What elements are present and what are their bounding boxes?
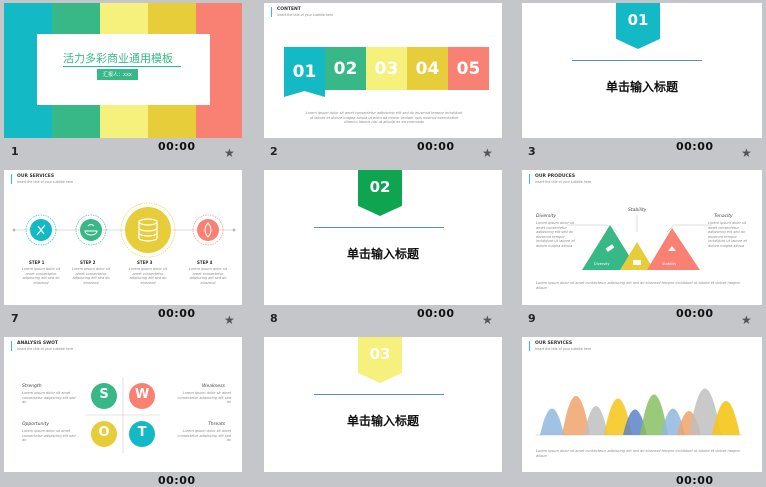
slide-thumb-7[interactable]: OUR SERVICES Insert the title of your su…	[4, 170, 242, 305]
slide-number: 1	[11, 145, 19, 158]
header-title: ANALYSIS SWOT	[17, 341, 58, 346]
header-subtitle: Insert the title of your subtitle here	[17, 347, 74, 351]
slide-timing: 00:00	[417, 307, 455, 320]
section-badge: 01	[616, 3, 660, 49]
slide-thumb-1[interactable]: 活力多彩商业通用模板 汇报人：xxx	[4, 3, 242, 138]
content-item-05: 05	[448, 47, 489, 90]
content-item-04: 04	[407, 47, 448, 90]
svg-text:Diversity: Diversity	[594, 262, 610, 266]
header-subtitle: Insert the title of your subtitle here	[17, 180, 74, 184]
content-body: Lorem ipsum dolor sit amet consectetur a…	[305, 111, 463, 124]
title-underline	[63, 66, 181, 67]
section-title: 单击输入标题	[605, 80, 678, 94]
swot-graphic	[86, 377, 160, 453]
content-item-01: 01	[284, 47, 325, 97]
header-title: CONTENT	[277, 7, 301, 12]
slide-header: CONTENT Insert the title of your subtitl…	[271, 7, 333, 17]
slide-header: OUR SERVICES Insert the title of your su…	[11, 174, 73, 184]
swot-t: T	[137, 425, 147, 440]
tenacity-text: Lorem ipsum dolor sit amet consectetur a…	[708, 221, 747, 248]
opportunity-text: Lorem ipsum dolor sit amet consectetur a…	[22, 429, 76, 442]
star-icon[interactable]: ★	[741, 313, 752, 327]
slide-timing: 00:00	[158, 307, 196, 320]
content-item-03: 03	[366, 47, 407, 90]
slide-timing: 00:00	[417, 140, 455, 153]
cover-title: 活力多彩商业通用模板	[63, 52, 173, 65]
peaks-graphic	[536, 388, 742, 436]
footer-text: Lorem ipsum dolor sit amet consectetur a…	[536, 281, 740, 290]
slide-header: OUR SERVICES Insert the title of your su…	[529, 341, 591, 351]
strength-text: Lorem ipsum dolor sit amet consectetur a…	[22, 391, 76, 404]
title-card: 活力多彩商业通用模板 汇报人：xxx	[37, 34, 210, 105]
header-subtitle: Insert the title of your subtitle here	[535, 347, 592, 351]
slide-thumb-2[interactable]: CONTENT Insert the title of your subtitl…	[264, 3, 502, 138]
slide-number: 7	[11, 312, 19, 325]
star-icon[interactable]: ★	[482, 313, 493, 327]
svg-text:Stability: Stability	[662, 262, 676, 266]
content-item-02: 02	[325, 47, 366, 90]
slide-number: 8	[270, 312, 278, 325]
threats-text: Lorem ipsum dolor sit amet consectetur a…	[177, 429, 231, 442]
label-diversity: Diversity	[536, 214, 557, 219]
diversity-text: Lorem ipsum dolor sit amet consectetur a…	[536, 221, 575, 248]
section-divider	[572, 60, 702, 61]
step-label: STEP 3	[137, 260, 153, 265]
slide-number: 3	[528, 145, 536, 158]
star-icon[interactable]: ★	[224, 146, 235, 160]
label-stability: Stability	[628, 208, 647, 213]
slide-thumb-services-chart[interactable]: OUR SERVICES Insert the title of your su…	[522, 337, 762, 472]
slide-timing: 00:00	[676, 307, 714, 320]
header-subtitle: Insert the title of your subtitle here	[277, 13, 334, 17]
slide-timing: 00:00	[676, 140, 714, 153]
presenter-tag: 汇报人：xxx	[97, 69, 138, 80]
section-title: 单击输入标题	[346, 247, 419, 261]
section-badge: 03	[358, 337, 402, 383]
label-weakness: Weakness	[202, 384, 225, 389]
step-text: Lorem ipsum dolor sit amet consectetur a…	[128, 267, 168, 285]
star-icon[interactable]: ★	[741, 146, 752, 160]
star-icon[interactable]: ★	[482, 146, 493, 160]
slide-number: 2	[270, 145, 278, 158]
step-text: Lorem ipsum dolor sit amet consectetur a…	[188, 267, 228, 285]
section-badge: 02	[358, 170, 402, 216]
section-divider	[314, 394, 444, 395]
slide-thumb-8[interactable]: 02 单击输入标题	[264, 170, 502, 305]
section-title: 单击输入标题	[346, 414, 419, 428]
label-strength: Strength	[22, 384, 42, 389]
step-label: STEP 4	[197, 260, 213, 265]
footer-text: Lorem ipsum dolor sit amet consectetur a…	[536, 449, 740, 458]
swot-s: S	[99, 387, 109, 402]
slide-timing: 00:00	[158, 140, 196, 153]
slide-thumb-9[interactable]: OUR PRODUCES Insert the title of your su…	[522, 170, 762, 305]
slide-thumb-section-03[interactable]: 03 单击输入标题	[264, 337, 502, 472]
label-opportunity: Opportunity	[22, 422, 50, 427]
slide-header: OUR PRODUCES Insert the title of your su…	[529, 174, 591, 184]
label-threats: Threats	[208, 422, 226, 427]
swot-o: O	[98, 425, 110, 440]
slide-thumb-swot[interactable]: ANALYSIS SWOT Insert the title of your s…	[4, 337, 242, 472]
swot-w: W	[135, 387, 150, 402]
header-title: OUR SERVICES	[535, 341, 573, 346]
steps-graphic	[12, 202, 236, 258]
header-title: OUR SERVICES	[17, 174, 55, 179]
weakness-text: Lorem ipsum dolor sit amet consectetur a…	[177, 391, 231, 404]
label-tenacity: Tenacity	[714, 214, 733, 219]
step-text: Lorem ipsum dolor sit amet consectetur a…	[21, 267, 61, 285]
star-icon[interactable]: ★	[224, 313, 235, 327]
step-text: Lorem ipsum dolor sit amet consectetur a…	[71, 267, 111, 285]
slide-thumb-3[interactable]: 01 单击输入标题	[522, 3, 762, 138]
section-divider	[314, 227, 444, 228]
header-title: OUR PRODUCES	[535, 174, 576, 179]
step-label: STEP 1	[29, 260, 45, 265]
header-subtitle: Insert the title of your subtitle here	[535, 180, 592, 184]
step-label: STEP 2	[80, 260, 96, 265]
slide-header: ANALYSIS SWOT Insert the title of your s…	[11, 341, 73, 351]
slide-number: 9	[528, 312, 536, 325]
